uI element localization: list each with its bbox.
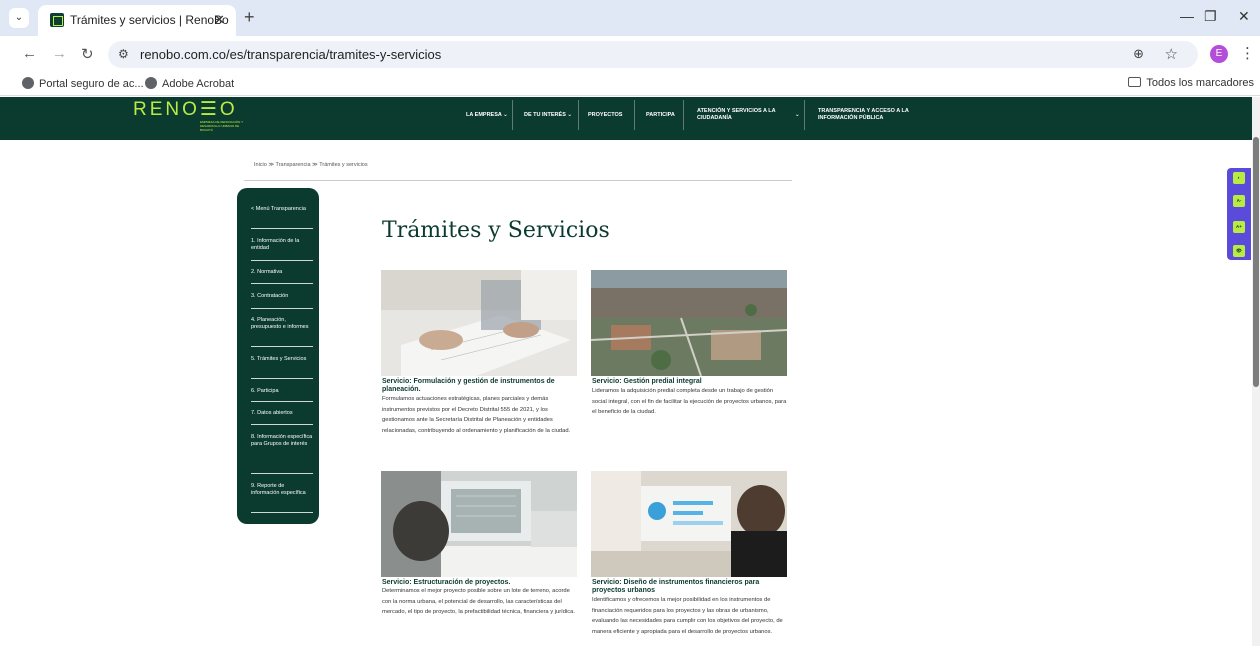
bookmark-label: Adobe Acrobat [162, 78, 235, 90]
tab-list-button[interactable]: ⌄ [9, 8, 29, 28]
browser-toolbar: ← → ↻ ⚙ renobo.com.co/es/transparencia/t… [0, 36, 1260, 72]
side-menu-item-4[interactable]: 4. Planeación, presupuesto e informes [251, 317, 313, 331]
card-desc-estructuracion: Determinamos el mejor proyecto posible s… [382, 588, 576, 615]
nav-divider [578, 100, 579, 130]
side-menu-item-8[interactable]: 8. Información específica para Grupos de… [251, 434, 313, 448]
nav-atencion-chevron-icon[interactable]: ⌄ [795, 97, 800, 133]
all-bookmarks[interactable]: Todos los marcadores [1128, 77, 1254, 89]
eye-icon[interactable]: 👁 [1233, 245, 1245, 257]
forward-icon[interactable]: → [52, 45, 67, 62]
breadcrumb[interactable]: Inicio ≫ Transparencia ≫ Trámites y serv… [254, 162, 368, 168]
tab-close-icon[interactable]: ✕ [214, 12, 225, 28]
side-menu-item-9[interactable]: 9. Reporte de información específica [251, 483, 313, 497]
card-title-financieros[interactable]: Servicio: Diseño de instrumentos financi… [592, 579, 792, 595]
site-info-icon[interactable]: ⚙ [118, 47, 129, 61]
side-menu-item-2[interactable]: 2. Normativa [251, 269, 313, 276]
accessibility-widget: ◐ A- A+ 👁 [1227, 168, 1251, 260]
side-menu-divider [251, 283, 313, 284]
card-title-predial[interactable]: Servicio: Gestión predial integral [592, 378, 792, 386]
browser-tab-strip: ⌄ Trámites y servicios | RenoBo ✕ + — ❐ … [0, 0, 1260, 36]
increase-text-icon[interactable]: A+ [1233, 221, 1245, 233]
menu-dots-icon[interactable]: ⋮ [1240, 44, 1255, 62]
site-favicon-icon [50, 13, 64, 27]
bookmark-label: Portal seguro de ac... [39, 78, 144, 90]
renobo-logo[interactable]: RENO☰O [133, 98, 238, 121]
new-tab-button[interactable]: + [244, 7, 255, 28]
side-menu-divider [251, 260, 313, 261]
contrast-icon[interactable]: ◐ [1233, 172, 1245, 184]
nav-divider [512, 100, 513, 130]
side-menu-divider [251, 473, 313, 474]
reload-icon[interactable]: ↻ [81, 45, 94, 63]
side-menu-divider [251, 308, 313, 309]
card-title-planeacion[interactable]: Servicio: Formulación y gestión de instr… [382, 378, 582, 394]
bookmarks-bar: Portal seguro de ac... Adobe Acrobat Tod… [0, 72, 1260, 96]
bookmark-item[interactable]: Adobe Acrobat [145, 77, 234, 90]
zoom-icon[interactable]: ⊕ [1133, 46, 1144, 62]
folder-icon [1128, 77, 1142, 87]
address-bar[interactable]: ⚙ renobo.com.co/es/transparencia/tramite… [108, 41, 1198, 68]
bookmark-item[interactable]: Portal seguro de ac... [22, 77, 144, 90]
side-menu-divider [251, 424, 313, 425]
nav-proyectos[interactable]: PROYECTOS [588, 97, 622, 133]
nav-divider [634, 100, 635, 130]
tab-title: Trámites y servicios | RenoBo [70, 13, 229, 27]
logo-subtitle: EMPRESA DE RENOVACIÓN Y DESARROLLO URBAN… [200, 120, 244, 132]
all-bookmarks-label: Todos los marcadores [1146, 77, 1254, 89]
restore-icon[interactable]: ❐ [1204, 8, 1217, 25]
card-image-predial[interactable] [591, 270, 787, 376]
url-text: renobo.com.co/es/transparencia/tramites-… [140, 47, 442, 62]
nav-transparencia[interactable]: TRANSPARENCIA Y ACCESO A LA INFORMACIÓN … [818, 97, 918, 133]
browser-tab[interactable]: Trámites y servicios | RenoBo ✕ [38, 5, 236, 36]
side-menu-item-3[interactable]: 3. Contratación [251, 293, 313, 300]
bookmark-star-icon[interactable]: ☆ [1165, 45, 1178, 63]
card-desc-planeacion: Formulamos actuaciones estratégicas, pla… [382, 396, 571, 434]
side-menu-divider [251, 346, 313, 347]
site-header: RENO☰O EMPRESA DE RENOVACIÓN Y DESARROLL… [0, 97, 1252, 140]
nav-participa[interactable]: PARTICIPA [646, 97, 675, 133]
scrollbar-thumb[interactable] [1253, 137, 1259, 387]
globe-icon [145, 77, 157, 89]
transparency-side-menu: < Menú Transparencia 1. Información de l… [237, 188, 319, 524]
side-menu-item-5[interactable]: 5. Trámites y Servicios [251, 356, 313, 363]
nav-la-empresa[interactable]: LA EMPRESA ⌄ [466, 97, 508, 133]
minimize-icon[interactable]: — [1180, 8, 1194, 24]
nav-divider [683, 100, 684, 130]
globe-icon [22, 77, 34, 89]
decrease-text-icon[interactable]: A- [1233, 195, 1245, 207]
side-menu-divider [251, 228, 313, 229]
planning-photo [381, 270, 577, 376]
nav-de-tu-interes[interactable]: DE TU INTERÉS ⌄ [524, 97, 572, 133]
card-desc-financieros: Identificamos y ofrecemos la mejor posib… [592, 597, 783, 635]
card-image-estructuracion[interactable] [381, 471, 577, 577]
breadcrumb-divider [244, 180, 792, 181]
side-menu-divider [251, 401, 313, 402]
profile-avatar[interactable]: E [1210, 45, 1228, 63]
card-image-financieros[interactable] [591, 471, 787, 577]
side-menu-back[interactable]: < Menú Transparencia [251, 206, 313, 213]
side-menu-item-7[interactable]: 7. Datos abiertos [251, 410, 313, 417]
page-scrollbar[interactable] [1252, 97, 1260, 646]
back-icon[interactable]: ← [22, 45, 37, 62]
nav-atencion[interactable]: ATENCIÓN Y SERVICIOS A LA CIUDADANÍA [697, 97, 787, 133]
side-menu-item-6[interactable]: 6. Participa [251, 388, 313, 395]
card-image-planeacion[interactable] [381, 270, 577, 376]
architect-photo [381, 471, 577, 577]
nav-divider [804, 100, 805, 130]
city-aerial-photo [591, 270, 787, 376]
finance-photo [591, 471, 787, 577]
side-menu-item-1[interactable]: 1. Información de la entidad [251, 238, 313, 252]
side-menu-divider [251, 378, 313, 379]
close-window-icon[interactable]: ✕ [1238, 8, 1250, 25]
card-desc-predial: Lideramos la adquisición predial complet… [592, 388, 787, 415]
page-title: Trámites y Servicios [382, 218, 610, 243]
side-menu-divider [251, 512, 313, 513]
